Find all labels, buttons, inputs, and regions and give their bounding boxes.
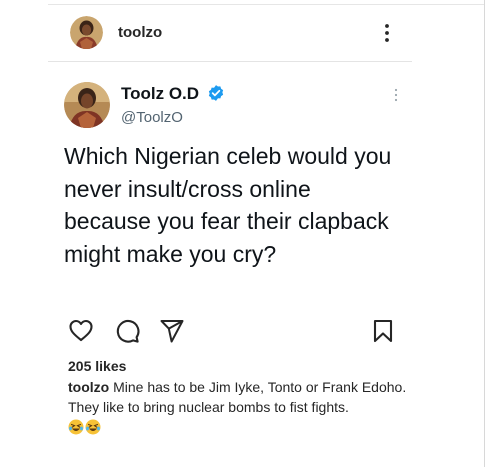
post-caption: toolzo Mine has to be Jim Iyke, Tonto or… bbox=[68, 377, 408, 437]
tweet-display-name: Toolz O.D bbox=[121, 84, 225, 104]
rolling-on-floor-laughing-emoji bbox=[68, 419, 84, 435]
tweet-more-icon bbox=[392, 88, 400, 102]
display-name-text: Toolz O.D bbox=[121, 84, 200, 103]
caption-emojis bbox=[68, 417, 408, 437]
bookmark-icon[interactable] bbox=[370, 318, 396, 344]
more-vertical-icon[interactable] bbox=[381, 22, 393, 44]
caption-line-1: toolzo Mine has to be Jim Iyke, Tonto or… bbox=[68, 377, 408, 397]
comment-icon[interactable] bbox=[114, 318, 140, 344]
right-divider bbox=[484, 0, 485, 467]
tweet-text: Which Nigerian celeb would you never ins… bbox=[64, 143, 392, 267]
avatar[interactable] bbox=[70, 16, 103, 49]
heart-icon[interactable] bbox=[68, 318, 94, 344]
tweet-handle: @ToolzO bbox=[121, 109, 183, 126]
likes-count[interactable]: 205 likes bbox=[68, 358, 126, 374]
caption-username[interactable]: toolzo bbox=[68, 379, 109, 395]
post-username[interactable]: toolzo bbox=[118, 24, 162, 41]
rolling-on-floor-laughing-emoji bbox=[85, 419, 101, 435]
tweet-card: Toolz O.D @ToolzO Which Nigerian celeb w… bbox=[48, 62, 412, 316]
post-actions bbox=[48, 318, 412, 346]
top-divider bbox=[48, 4, 484, 5]
tweet-avatar bbox=[64, 82, 110, 128]
instagram-post: toolzo Toolz O.D @ToolzO Which Nigerian … bbox=[0, 0, 493, 467]
share-icon[interactable] bbox=[159, 318, 185, 344]
post-header: toolzo bbox=[48, 10, 412, 58]
caption-text-1: Mine has to be Jim Iyke, Tonto or Frank … bbox=[109, 379, 407, 395]
verified-badge-icon bbox=[207, 84, 225, 102]
caption-text-2: They like to bring nuclear bombs to fist… bbox=[68, 399, 349, 415]
